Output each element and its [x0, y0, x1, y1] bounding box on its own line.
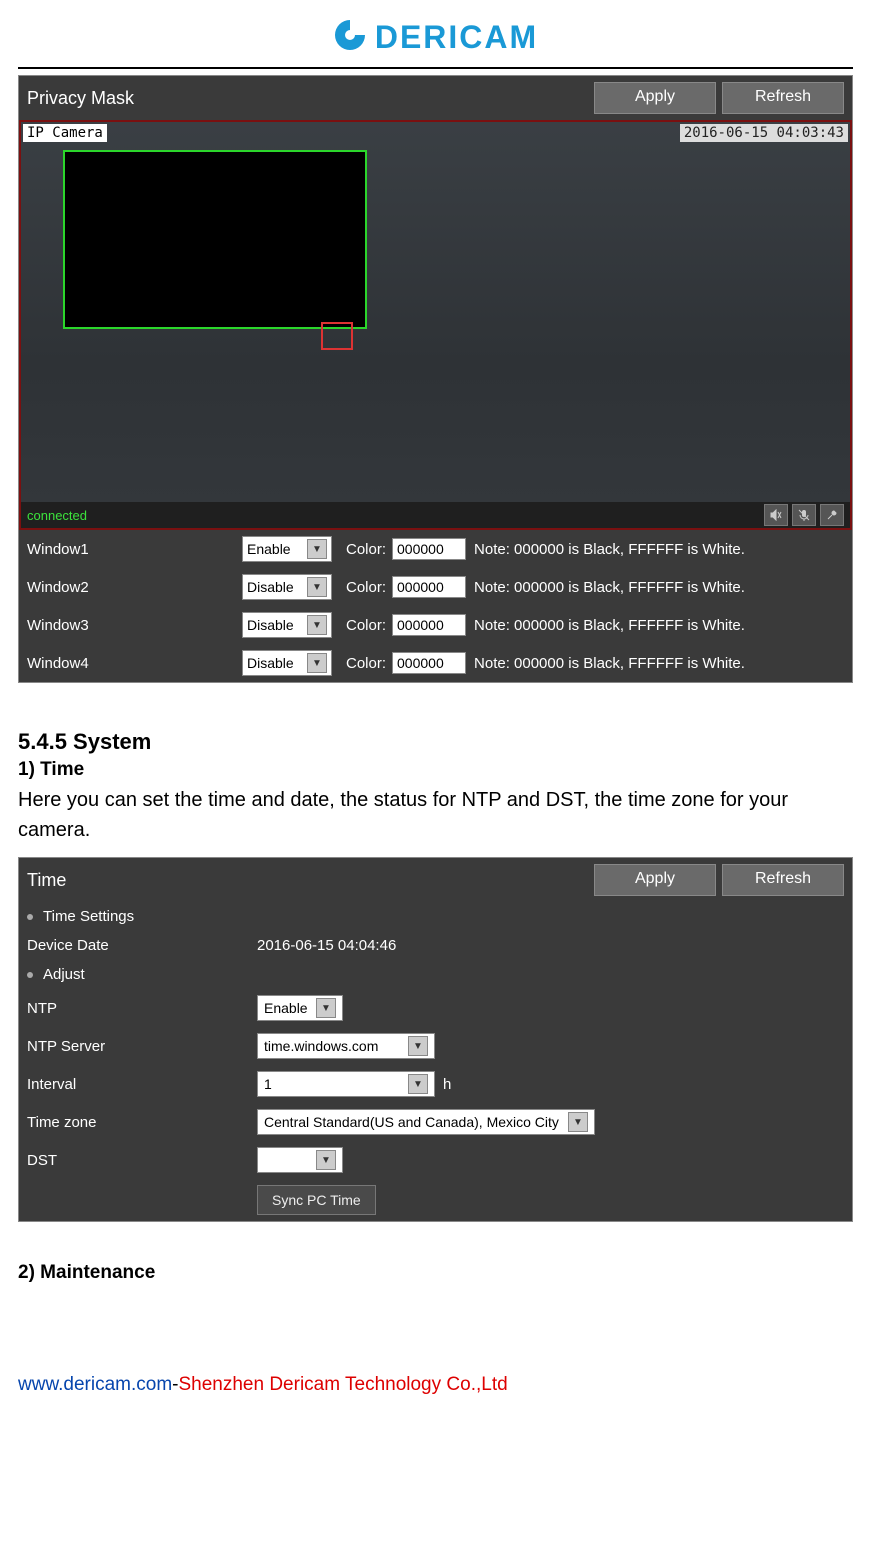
chevron-down-icon: ▼	[307, 653, 327, 673]
timezone-select[interactable]: Central Standard(US and Canada), Mexico …	[257, 1109, 595, 1135]
color-note: Note: 000000 is Black, FFFFFF is White.	[474, 655, 745, 672]
window4-enable-select[interactable]: Disable ▼	[242, 650, 332, 676]
logo-text: DERICAM	[375, 19, 538, 56]
footer: www.dericam.com-Shenzhen Dericam Technol…	[18, 1374, 853, 1396]
dst-label: DST	[27, 1152, 257, 1169]
video-preview[interactable]: IP Camera 2016-06-15 04:03:43 connected	[19, 120, 852, 530]
window3-color-input[interactable]: 000000	[392, 614, 466, 636]
mask-region-handle[interactable]	[321, 322, 353, 350]
window1-row: Window1 Enable ▼ Color: 000000 Note: 000…	[19, 530, 852, 568]
color-note: Note: 000000 is Black, FFFFFF is White.	[474, 579, 745, 596]
timezone-label: Time zone	[27, 1114, 257, 1131]
window1-label: Window1	[27, 541, 242, 558]
time-description: Here you can set the time and date, the …	[18, 785, 853, 845]
maintenance-subheading: 2) Maintenance	[18, 1262, 853, 1284]
camera-name-overlay: IP Camera	[23, 124, 107, 142]
window2-color-input[interactable]: 000000	[392, 576, 466, 598]
chevron-down-icon: ▼	[307, 615, 327, 635]
logo-icon	[333, 18, 367, 57]
mask-region-1[interactable]	[63, 150, 367, 329]
time-panel-title: Time	[27, 870, 588, 891]
window3-enable-select[interactable]: Disable ▼	[242, 612, 332, 638]
window1-color-input[interactable]: 000000	[392, 538, 466, 560]
color-note: Note: 000000 is Black, FFFFFF is White.	[474, 541, 745, 558]
interval-select[interactable]: 1 ▼	[257, 1071, 435, 1097]
window1-enable-select[interactable]: Enable ▼	[242, 536, 332, 562]
window4-label: Window4	[27, 655, 242, 672]
interval-label: Interval	[27, 1076, 257, 1093]
color-label: Color:	[346, 655, 386, 672]
footer-company: Shenzhen Dericam Technology Co.,Ltd	[178, 1374, 507, 1395]
device-date-label: Device Date	[27, 937, 257, 954]
timestamp-overlay: 2016-06-15 04:03:43	[680, 124, 848, 142]
sync-pc-time-button[interactable]: Sync PC Time	[257, 1185, 376, 1215]
refresh-button[interactable]: Refresh	[722, 864, 844, 896]
color-label: Color:	[346, 617, 386, 634]
window3-label: Window3	[27, 617, 242, 634]
window2-row: Window2 Disable ▼ Color: 000000 Note: 00…	[19, 568, 852, 606]
bullet-icon	[27, 972, 33, 978]
interval-unit: h	[443, 1076, 451, 1093]
color-note: Note: 000000 is Black, FFFFFF is White.	[474, 617, 745, 634]
color-label: Color:	[346, 541, 386, 558]
time-settings-heading: Time Settings	[19, 902, 852, 931]
time-subheading: 1) Time	[18, 759, 853, 781]
refresh-button[interactable]: Refresh	[722, 82, 844, 114]
ntp-server-label: NTP Server	[27, 1038, 257, 1055]
apply-button[interactable]: Apply	[594, 82, 716, 114]
ntp-server-select[interactable]: time.windows.com ▼	[257, 1033, 435, 1059]
tools-icon[interactable]	[820, 504, 844, 526]
window4-color-input[interactable]: 000000	[392, 652, 466, 674]
mic-icon[interactable]	[792, 504, 816, 526]
section-heading: 5.4.5 System	[18, 729, 853, 755]
ntp-label: NTP	[27, 1000, 257, 1017]
adjust-heading: Adjust	[19, 960, 852, 989]
footer-link[interactable]: www.dericam.com	[18, 1374, 172, 1395]
window4-row: Window4 Disable ▼ Color: 000000 Note: 00…	[19, 644, 852, 682]
color-label: Color:	[346, 579, 386, 596]
window2-label: Window2	[27, 579, 242, 596]
chevron-down-icon: ▼	[568, 1112, 588, 1132]
apply-button[interactable]: Apply	[594, 864, 716, 896]
chevron-down-icon: ▼	[408, 1036, 428, 1056]
ntp-select[interactable]: Enable ▼	[257, 995, 343, 1021]
chevron-down-icon: ▼	[307, 539, 327, 559]
mute-icon[interactable]	[764, 504, 788, 526]
device-date-value: 2016-06-15 04:04:46	[257, 937, 396, 954]
window3-row: Window3 Disable ▼ Color: 000000 Note: 00…	[19, 606, 852, 644]
chevron-down-icon: ▼	[316, 1150, 336, 1170]
time-panel: Time Apply Refresh Time Settings Device …	[18, 857, 853, 1222]
chevron-down-icon: ▼	[307, 577, 327, 597]
privacy-mask-panel: Privacy Mask Apply Refresh IP Camera 201…	[18, 75, 853, 683]
dst-select[interactable]: ▼	[257, 1147, 343, 1173]
privacy-mask-title: Privacy Mask	[27, 88, 588, 109]
bullet-icon	[27, 914, 33, 920]
window2-enable-select[interactable]: Disable ▼	[242, 574, 332, 600]
logo-header: DERICAM	[18, 12, 853, 69]
connection-status: connected	[27, 508, 760, 523]
chevron-down-icon: ▼	[316, 998, 336, 1018]
chevron-down-icon: ▼	[408, 1074, 428, 1094]
